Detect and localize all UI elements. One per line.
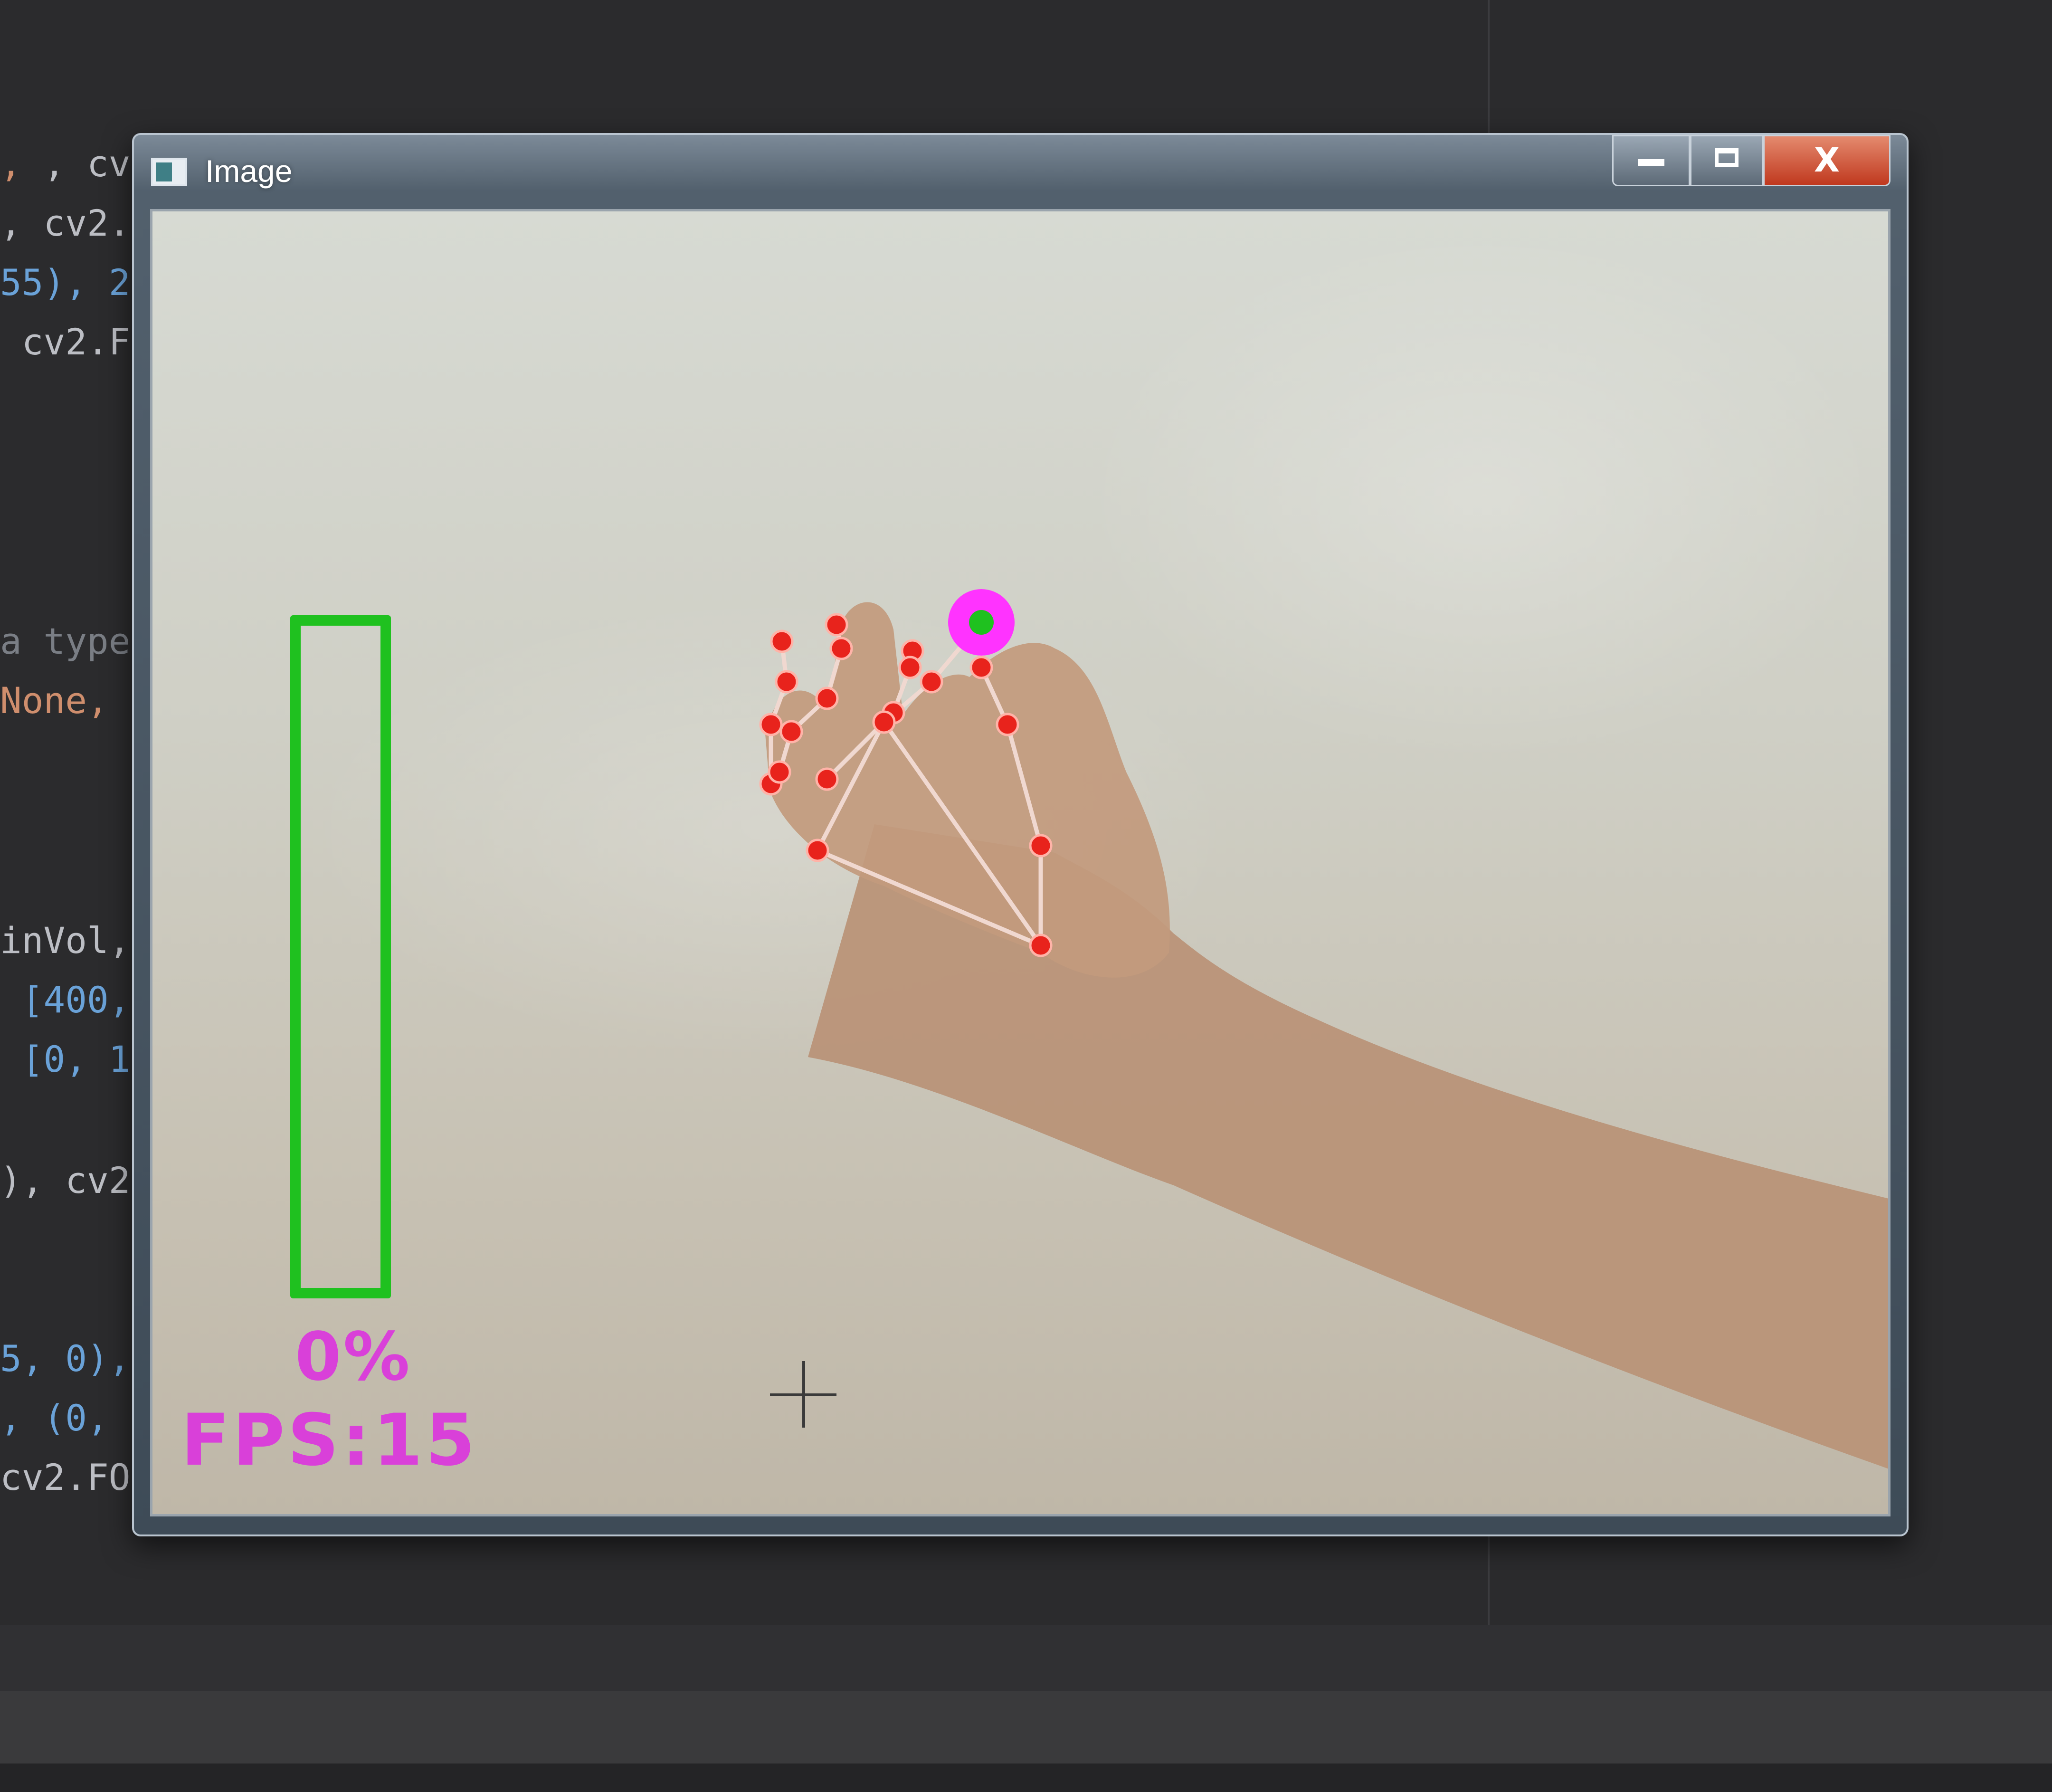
editor-bottom-panel — [0, 1625, 2052, 1691]
mouse-crosshair-cursor — [770, 1361, 836, 1428]
code-line: 55), 2 — [0, 261, 131, 304]
fps-label: FPS:15 — [181, 1399, 478, 1482]
landmark-point — [815, 767, 839, 791]
volume-percent-label: 0% — [295, 1318, 412, 1396]
landmark-point — [825, 613, 848, 637]
landmark-point — [969, 656, 993, 679]
opencv-image-window[interactable]: Image X 0% FPS:15 — [132, 133, 1909, 1536]
landmark-point — [872, 710, 896, 734]
window-title: Image — [205, 153, 293, 189]
pinch-center-point — [969, 610, 994, 635]
landmark-point — [759, 713, 783, 736]
code-line: [400, — [0, 979, 131, 1021]
landmark-point — [996, 713, 1019, 736]
taskbar-strip — [0, 1763, 2052, 1792]
volume-bar — [290, 615, 391, 1298]
maximize-button[interactable] — [1690, 135, 1763, 186]
code-line: 5, 0), — [0, 1337, 131, 1380]
code-line: , (0, 2 — [0, 1397, 152, 1439]
code-line: [0, 10 — [0, 1038, 152, 1080]
code-line: inVol, — [0, 919, 131, 962]
code-line: a type — [0, 620, 131, 662]
code-line: None, — [0, 679, 109, 722]
landmark-point — [829, 637, 853, 660]
landmark-point — [1029, 934, 1053, 957]
editor-status-bar — [0, 1691, 2052, 1763]
camera-frame: 0% FPS:15 — [150, 209, 1890, 1516]
landmark-point — [920, 670, 943, 694]
code-line: cv2.FI — [0, 321, 152, 363]
landmark-point — [898, 656, 922, 679]
minimize-button[interactable] — [1612, 135, 1690, 186]
minimize-icon — [1614, 159, 1689, 166]
landmark-point — [815, 686, 839, 710]
window-controls: X — [1612, 135, 1890, 187]
close-icon: X — [1814, 141, 1840, 180]
close-button[interactable]: X — [1763, 135, 1890, 186]
landmark-point — [770, 629, 794, 653]
window-titlebar[interactable]: Image X — [134, 135, 1907, 206]
code-line: , cv2.F — [0, 202, 152, 244]
landmark-point — [806, 839, 829, 862]
landmark-point — [779, 720, 803, 743]
landmark-point — [775, 670, 798, 694]
maximize-icon — [1691, 148, 1762, 167]
code-line: cv2.FON — [0, 1456, 152, 1498]
landmark-point — [1029, 834, 1053, 858]
hand-landmark-overlay — [759, 589, 1888, 1469]
window-app-icon — [151, 158, 187, 186]
code-line: ), cv2 — [0, 1159, 131, 1201]
landmark-point — [768, 760, 791, 784]
